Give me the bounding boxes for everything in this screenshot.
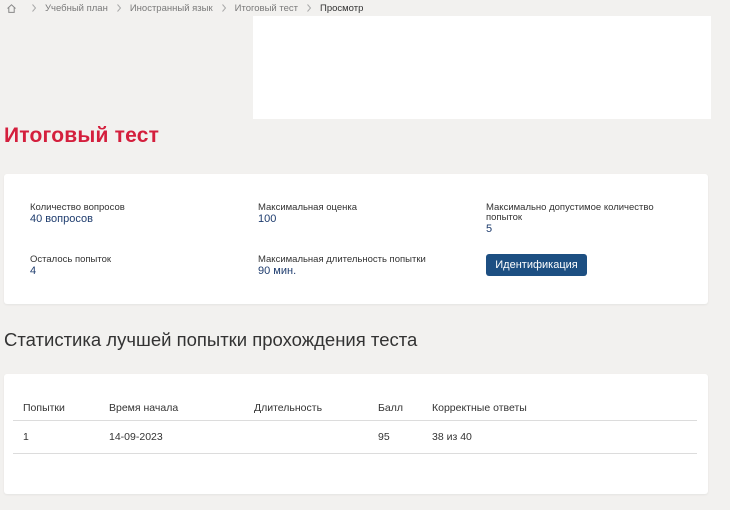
- max-attempts-label: Максимально допустимое количество попыто…: [486, 202, 654, 223]
- attempts-left: Осталось попыток 4: [30, 254, 230, 278]
- max-duration: Максимальная длительность попытки 90 мин…: [258, 254, 468, 278]
- table-header-row: Попытки Время начала Длительность Балл К…: [13, 396, 697, 421]
- breadcrumb-item-curriculum[interactable]: Учебный план: [45, 3, 108, 14]
- banner-placeholder: [253, 16, 711, 119]
- column-header-attempts: Попытки: [13, 396, 99, 421]
- questions-count-value: 40 вопросов: [30, 213, 93, 225]
- stats-heading: Статистика лучшей попытки прохождения те…: [4, 329, 418, 350]
- cell-correct-answers: 38 из 40: [422, 420, 697, 454]
- chevron-right-icon: [305, 3, 313, 13]
- column-header-duration: Длительность: [244, 396, 368, 421]
- breadcrumb-item-current: Просмотр: [319, 2, 364, 14]
- chevron-right-icon: [220, 3, 228, 13]
- cell-attempt: 1: [13, 420, 99, 454]
- column-header-score: Балл: [368, 396, 422, 421]
- cell-start-time: 14-09-2023: [99, 420, 244, 454]
- breadcrumb-item-final-test[interactable]: Итоговый тест: [235, 3, 298, 14]
- attempts-left-value: 4: [30, 265, 37, 277]
- questions-count-label: Количество вопросов: [30, 202, 125, 213]
- table-row: 1 14-09-2023 95 38 из 40: [13, 420, 697, 454]
- max-score-value: 100: [258, 213, 277, 225]
- max-attempts: Максимально допустимое количество попыто…: [486, 202, 691, 236]
- cell-duration: [244, 420, 368, 454]
- chevron-right-icon: [115, 3, 123, 13]
- column-header-start-time: Время начала: [99, 396, 244, 421]
- stats-table: Попытки Время начала Длительность Балл К…: [13, 396, 697, 454]
- max-score-label: Максимальная оценка: [258, 202, 358, 213]
- test-info-card: Количество вопросов 40 вопросов Максимал…: [4, 174, 708, 304]
- max-attempts-value: 5: [486, 223, 493, 235]
- breadcrumb: Учебный план Иностранный язык Итоговый т…: [6, 2, 363, 14]
- stats-card: Попытки Время начала Длительность Балл К…: [4, 374, 708, 494]
- column-header-correct-answers: Корректные ответы: [422, 396, 697, 421]
- max-duration-label: Максимальная длительность попытки: [258, 254, 426, 265]
- attempts-left-label: Осталось попыток: [30, 254, 112, 265]
- max-score: Максимальная оценка 100: [258, 202, 458, 226]
- chevron-right-icon: [30, 3, 38, 13]
- home-icon[interactable]: [6, 3, 17, 14]
- cell-score: 95: [368, 420, 422, 454]
- max-duration-value: 90 мин.: [258, 265, 297, 277]
- breadcrumb-item-foreign-language[interactable]: Иностранный язык: [130, 3, 213, 14]
- identification-button[interactable]: Идентификация: [486, 254, 587, 276]
- questions-count: Количество вопросов 40 вопросов: [30, 202, 230, 226]
- page-title: Итоговый тест: [4, 124, 160, 147]
